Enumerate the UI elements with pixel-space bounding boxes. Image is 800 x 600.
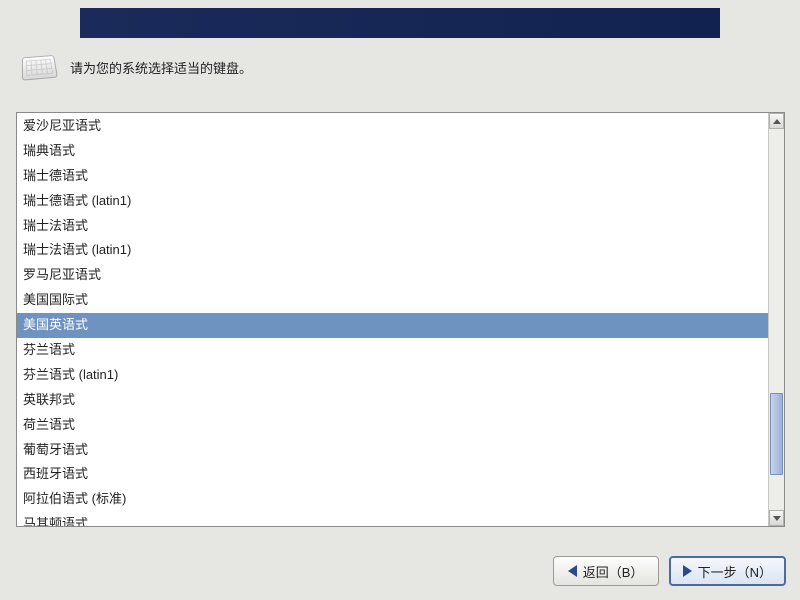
scroll-down-button[interactable] <box>769 510 784 526</box>
keyboard-listbox[interactable]: 爱沙尼亚语式瑞典语式瑞士德语式瑞士德语式 (latin1)瑞士法语式瑞士法语式 … <box>16 112 785 527</box>
arrow-left-icon <box>568 565 577 577</box>
keyboard-list-inner[interactable]: 爱沙尼亚语式瑞典语式瑞士德语式瑞士德语式 (latin1)瑞士法语式瑞士法语式 … <box>17 113 768 526</box>
list-item[interactable]: 瑞士德语式 (latin1) <box>17 189 768 214</box>
list-item[interactable]: 罗马尼亚语式 <box>17 263 768 288</box>
list-item[interactable]: 芬兰语式 <box>17 338 768 363</box>
list-item[interactable]: 阿拉伯语式 (标准) <box>17 487 768 512</box>
list-item[interactable]: 葡萄牙语式 <box>17 438 768 463</box>
list-item[interactable]: 芬兰语式 (latin1) <box>17 363 768 388</box>
scrollbar-thumb[interactable] <box>770 393 783 475</box>
next-button[interactable]: 下一步（N） <box>669 556 786 586</box>
next-button-label: 下一步（N） <box>698 562 772 581</box>
list-item[interactable]: 瑞士德语式 <box>17 164 768 189</box>
prompt-row: 请为您的系统选择适当的键盘。 <box>22 55 252 79</box>
list-item[interactable]: 瑞士法语式 <box>17 214 768 239</box>
list-item[interactable]: 西班牙语式 <box>17 462 768 487</box>
chevron-down-icon <box>773 516 781 521</box>
chevron-up-icon <box>773 119 781 124</box>
list-item[interactable]: 荷兰语式 <box>17 413 768 438</box>
back-button[interactable]: 返回（B） <box>553 556 659 586</box>
button-row: 返回（B） 下一步（N） <box>553 556 786 586</box>
list-item[interactable]: 英联邦式 <box>17 388 768 413</box>
list-item[interactable]: 美国国际式 <box>17 288 768 313</box>
scrollbar[interactable] <box>768 113 784 526</box>
list-item[interactable]: 瑞士法语式 (latin1) <box>17 238 768 263</box>
scroll-up-button[interactable] <box>769 113 784 129</box>
list-item[interactable]: 美国英语式 <box>17 313 768 338</box>
list-item[interactable]: 爱沙尼亚语式 <box>17 114 768 139</box>
keyboard-icon <box>22 55 58 81</box>
back-button-label: 返回（B） <box>583 562 644 581</box>
list-item[interactable]: 马其顿语式 <box>17 512 768 526</box>
list-item[interactable]: 瑞典语式 <box>17 139 768 164</box>
prompt-text: 请为您的系统选择适当的键盘。 <box>70 58 252 77</box>
header-banner <box>80 8 720 38</box>
arrow-right-icon <box>683 565 692 577</box>
